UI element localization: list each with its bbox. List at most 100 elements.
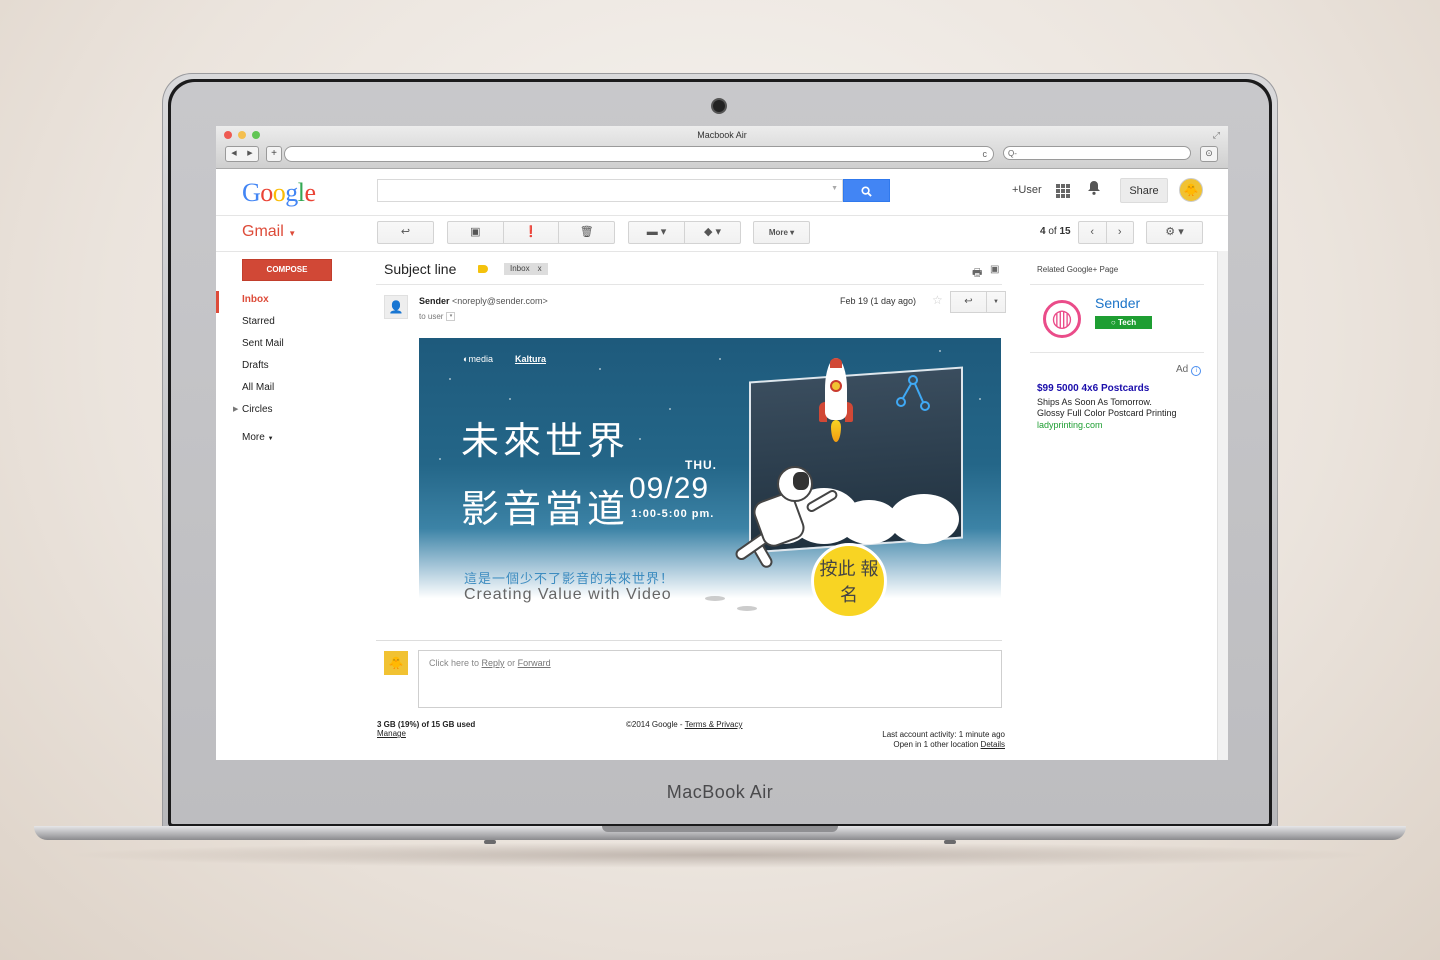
- more-actions-button[interactable]: More ▾: [753, 221, 810, 244]
- sender-name[interactable]: Sender: [419, 296, 450, 306]
- divider: [1030, 284, 1204, 285]
- sidebar-item-label: All Mail: [242, 382, 275, 393]
- settings-button[interactable]: ⚙ ▾: [1146, 221, 1203, 244]
- info-icon[interactable]: i: [1191, 366, 1202, 376]
- forward-link[interactable]: Forward: [518, 658, 551, 668]
- ad-title-link[interactable]: $99 5000 4x6 Postcards: [1037, 383, 1149, 394]
- ad-url[interactable]: ladyprinting.com: [1037, 420, 1103, 430]
- media-logo-text: media: [468, 354, 493, 364]
- recipient-text: to user: [419, 312, 444, 322]
- more-reply-options-icon[interactable]: ▼: [986, 292, 1005, 312]
- gmail-menu[interactable]: Gmail ▼: [242, 223, 296, 241]
- dribbble-icon[interactable]: ◍: [1043, 300, 1081, 338]
- sidebar-item-label: Circles: [242, 404, 273, 415]
- downloads-button[interactable]: ⊙: [1200, 146, 1218, 162]
- move-label-group: ▬ ▾ ◆ ▾: [628, 221, 741, 244]
- newer-button[interactable]: ‹: [1079, 222, 1106, 243]
- scrollbar[interactable]: [1217, 251, 1228, 760]
- window-title: Macbook Air: [697, 130, 747, 140]
- pager-buttons: ‹ ›: [1078, 221, 1134, 244]
- last-activity-text: Last account activity: 1 minute ago: [882, 730, 1005, 739]
- delete-button[interactable]: 🗑: [558, 222, 614, 243]
- google-logo[interactable]: Google: [242, 178, 316, 208]
- sidebar-item-label: Drafts: [242, 360, 269, 371]
- sidebar-item-starred[interactable]: Starred: [216, 313, 376, 335]
- logo-letter: e: [304, 178, 317, 207]
- terms-link[interactable]: Terms & Privacy: [685, 720, 743, 729]
- back-forward-buttons: ◀ ▶: [225, 146, 259, 162]
- divider: [376, 284, 1002, 285]
- sidebar-item-all-mail[interactable]: All Mail: [216, 379, 376, 401]
- print-icon[interactable]: 🖶: [972, 264, 982, 283]
- laptop-foot: [484, 840, 496, 844]
- network-icon: [896, 375, 930, 411]
- account-activity: Last account activity: 1 minute ago Open…: [816, 730, 1005, 750]
- back-button[interactable]: ◀: [226, 147, 242, 161]
- search-button[interactable]: [843, 179, 890, 202]
- older-button[interactable]: ›: [1105, 222, 1134, 243]
- manage-storage-link[interactable]: Manage: [377, 729, 475, 738]
- sender-email: <noreply@sender.com>: [452, 296, 548, 306]
- logo-letter: o: [260, 178, 273, 207]
- badge-label: Tech: [1118, 318, 1137, 327]
- email-banner-image[interactable]: ◐media Kaltura 未來世界 影音當道 THU. 09/29 1:00-…: [419, 338, 1001, 618]
- reply-arrow-icon[interactable]: ↩: [951, 292, 986, 312]
- share-button[interactable]: Share: [1120, 178, 1168, 203]
- details-link[interactable]: Details: [981, 740, 1005, 749]
- new-tab-button[interactable]: +: [266, 146, 282, 162]
- quick-reply-box[interactable]: Click here to Reply or Forward: [418, 650, 1002, 708]
- location-text: Open in 1 other location: [893, 740, 979, 749]
- banner-tagline-english: Creating Value with Video: [464, 586, 672, 603]
- message-actions-group: ▣ ❗ 🗑: [447, 221, 615, 244]
- remove-label-button[interactable]: x: [538, 264, 542, 273]
- address-bar[interactable]: c: [284, 146, 994, 162]
- compose-button[interactable]: COMPOSE: [242, 259, 332, 281]
- star-icon[interactable]: ☆: [932, 293, 943, 307]
- search-input[interactable]: ▼: [377, 179, 843, 202]
- forward-button[interactable]: ▶: [242, 147, 258, 161]
- follow-badge[interactable]: ○ Tech: [1095, 316, 1152, 329]
- plus-user-link[interactable]: +User: [1012, 184, 1042, 196]
- sidebar-more-link[interactable]: More ▼: [242, 432, 274, 443]
- camera-icon: [713, 100, 725, 112]
- archive-button[interactable]: ▣: [448, 222, 503, 243]
- important-label-icon[interactable]: [478, 265, 488, 273]
- mail-navigation: Inbox Starred Sent Mail Drafts All Mail …: [216, 291, 376, 423]
- recipient-line[interactable]: to user ▾: [419, 312, 456, 322]
- search-options-icon[interactable]: ▼: [831, 185, 838, 192]
- banner-title-line1: 未來世界: [461, 421, 630, 463]
- report-spam-button[interactable]: ❗: [502, 222, 559, 243]
- back-to-inbox-button[interactable]: ↩: [377, 221, 434, 244]
- show-details-icon[interactable]: ▾: [446, 312, 456, 322]
- new-window-icon[interactable]: ▣: [990, 264, 999, 275]
- inbox-label-chip[interactable]: Inbox x: [504, 263, 548, 275]
- related-page-name[interactable]: Sender: [1095, 295, 1140, 311]
- sidebar-item-inbox[interactable]: Inbox: [216, 291, 376, 313]
- back-arrow-icon: ↩: [400, 226, 411, 238]
- browser-search-field[interactable]: Q-: [1003, 146, 1191, 160]
- copyright-line: ©2014 Google - Terms & Privacy: [626, 720, 742, 729]
- ad-label: Ad i: [1176, 364, 1202, 376]
- reply-button[interactable]: ↩ ▼: [950, 291, 1006, 313]
- sidebar-item-circles[interactable]: ▶ Circles: [216, 401, 376, 423]
- labels-button[interactable]: ◆ ▾: [684, 222, 740, 243]
- astronaut-shadow: [737, 606, 757, 611]
- google-header: Google ▼ +User Share 🐥: [216, 169, 1228, 215]
- reload-icon[interactable]: c: [983, 147, 988, 161]
- screen: Macbook Air ⤢ ◀ ▶ + c Q- ⊙ Google ▼ +Use…: [216, 126, 1228, 760]
- logo-letter: o: [272, 178, 286, 207]
- sidebar-item-drafts[interactable]: Drafts: [216, 357, 376, 379]
- sidebar-item-label: Inbox: [242, 294, 269, 305]
- logo-letter: l: [297, 178, 305, 207]
- signup-button[interactable]: 按此 報名: [811, 543, 887, 618]
- sidebar-item-sent[interactable]: Sent Mail: [216, 335, 376, 357]
- search-icon: [861, 186, 872, 197]
- account-avatar[interactable]: 🐥: [1179, 178, 1203, 202]
- move-to-folder-button[interactable]: ▬ ▾: [629, 222, 684, 243]
- notifications-bell-icon[interactable]: [1087, 180, 1101, 199]
- expand-triangle-icon[interactable]: ▶: [233, 401, 238, 419]
- reply-link[interactable]: Reply: [482, 658, 505, 668]
- message-subject: Subject line: [384, 261, 457, 277]
- fullscreen-icon[interactable]: ⤢: [1213, 130, 1220, 141]
- apps-grid-icon[interactable]: [1056, 184, 1070, 198]
